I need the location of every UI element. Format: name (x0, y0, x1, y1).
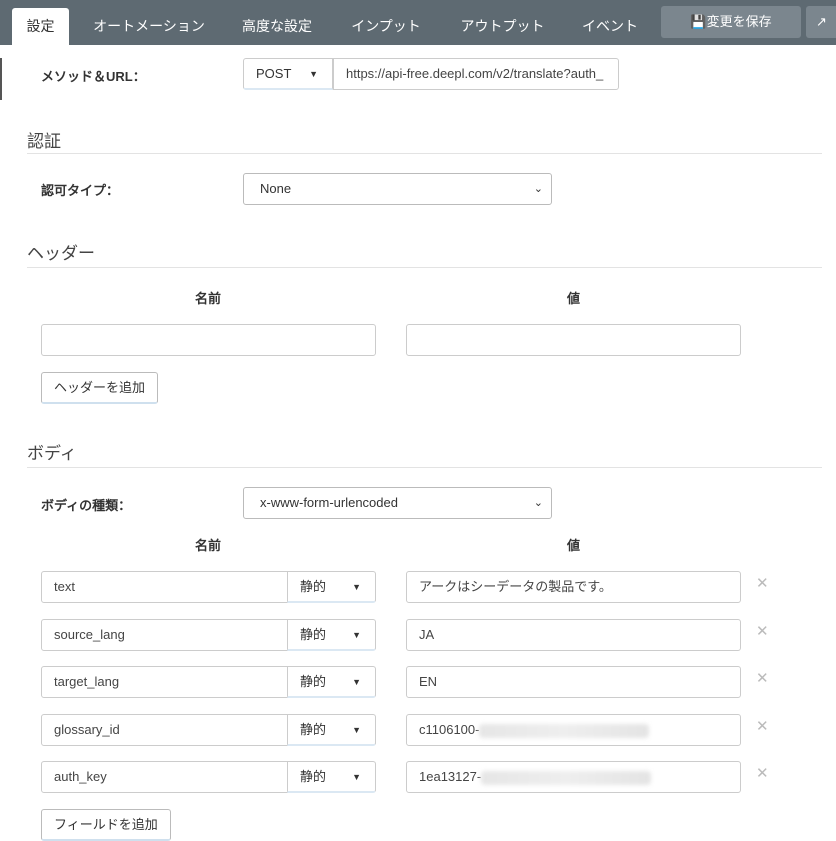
headers-section-title: ヘッダー (27, 244, 95, 263)
field-value: JA (419, 627, 435, 642)
field-value-input[interactable]: 1ea13127- (406, 761, 741, 793)
method-url-label: メソッド＆URL： (41, 69, 146, 84)
chevron-down-icon: ⌄ (533, 497, 543, 509)
body-type-value: x-www-form-urlencoded (260, 495, 398, 510)
save-label: 変更を保存 (706, 14, 772, 29)
remove-field-icon[interactable]: ✕ (756, 764, 769, 782)
left-edge-marker (0, 58, 2, 100)
field-value: 1ea13127- (419, 769, 482, 784)
field-name-input[interactable]: source_lang (41, 619, 288, 651)
field-value-input[interactable]: JA (406, 619, 741, 651)
header-name-input[interactable] (41, 324, 376, 356)
header-value-column: 値 (567, 291, 581, 306)
divider (27, 153, 822, 154)
field-value-input[interactable]: アークはシーデータの製品です。 (406, 571, 741, 603)
save-icon: 💾 (690, 14, 707, 29)
open-external-button[interactable]: ↗ (806, 6, 836, 38)
field-mode-value: 静的 (300, 579, 327, 594)
remove-field-icon[interactable]: ✕ (756, 622, 769, 640)
remove-field-icon[interactable]: ✕ (756, 717, 769, 735)
field-name-input[interactable]: auth_key (41, 761, 288, 793)
save-button[interactable]: 💾変更を保存 (661, 6, 801, 38)
remove-field-icon[interactable]: ✕ (756, 669, 769, 687)
field-value-input[interactable]: EN (406, 666, 741, 698)
tab-settings[interactable]: 設定 (12, 8, 69, 45)
add-header-button[interactable]: ヘッダーを追加 (41, 372, 158, 404)
tab-automation[interactable]: オートメーション (84, 8, 214, 45)
body-section-title: ボディ (27, 444, 77, 463)
body-name-column: 名前 (195, 538, 222, 553)
header-name-column: 名前 (195, 291, 222, 306)
external-link-icon: ↗ (816, 14, 827, 29)
field-mode-select[interactable]: 静的 ▼ (287, 619, 376, 651)
field-name-input[interactable]: text (41, 571, 288, 603)
field-name-input[interactable]: glossary_id (41, 714, 288, 746)
tab-input[interactable]: インプット (340, 8, 432, 45)
field-mode-select[interactable]: 静的 ▼ (287, 666, 376, 698)
field-mode-select[interactable]: 静的 ▼ (287, 761, 376, 793)
add-field-button[interactable]: フィールドを追加 (41, 809, 171, 841)
caret-down-icon: ▼ (309, 69, 318, 79)
caret-down-icon: ▼ (352, 725, 361, 735)
body-type-select[interactable]: x-www-form-urlencoded ⌄ (243, 487, 552, 519)
auth-type-label: 認可タイプ： (41, 183, 120, 198)
divider (27, 267, 822, 268)
tab-events[interactable]: イベント (572, 8, 648, 45)
body-type-label: ボディの種類： (41, 498, 132, 513)
caret-down-icon: ▼ (352, 630, 361, 640)
caret-down-icon: ▼ (352, 772, 361, 782)
auth-section-title: 認証 (27, 132, 61, 151)
header-value-input[interactable] (406, 324, 741, 356)
field-value: EN (419, 674, 438, 689)
body-value-column: 値 (567, 538, 581, 553)
auth-type-select[interactable]: None ⌄ (243, 173, 552, 205)
method-value: POST (256, 66, 292, 81)
field-mode-value: 静的 (300, 627, 327, 642)
method-select[interactable]: POST ▼ (243, 58, 333, 90)
field-mode-select[interactable]: 静的 ▼ (287, 714, 376, 746)
field-mode-value: 静的 (300, 674, 327, 689)
remove-field-icon[interactable]: ✕ (756, 574, 769, 592)
tab-bar: 設定 オートメーション 高度な設定 インプット アウトプット イベント 💾変更を… (0, 0, 836, 45)
field-value: アークはシーデータの製品です。 (419, 579, 612, 594)
auth-type-value: None (260, 181, 292, 196)
redacted-value (479, 723, 650, 738)
field-mode-select[interactable]: 静的 ▼ (287, 571, 376, 603)
tab-advanced[interactable]: 高度な設定 (232, 8, 322, 45)
divider (27, 467, 822, 468)
redacted-value (481, 770, 652, 785)
url-input[interactable]: https://api-free.deepl.com/v2/translate?… (333, 58, 619, 90)
caret-down-icon: ▼ (352, 582, 361, 592)
field-mode-value: 静的 (300, 722, 327, 737)
chevron-down-icon: ⌄ (533, 183, 543, 195)
tab-output[interactable]: アウトプット (450, 8, 555, 45)
field-value-input[interactable]: c1106100- (406, 714, 741, 746)
field-value: c1106100- (419, 722, 480, 737)
field-mode-value: 静的 (300, 769, 327, 784)
field-name-input[interactable]: target_lang (41, 666, 288, 698)
caret-down-icon: ▼ (352, 677, 361, 687)
